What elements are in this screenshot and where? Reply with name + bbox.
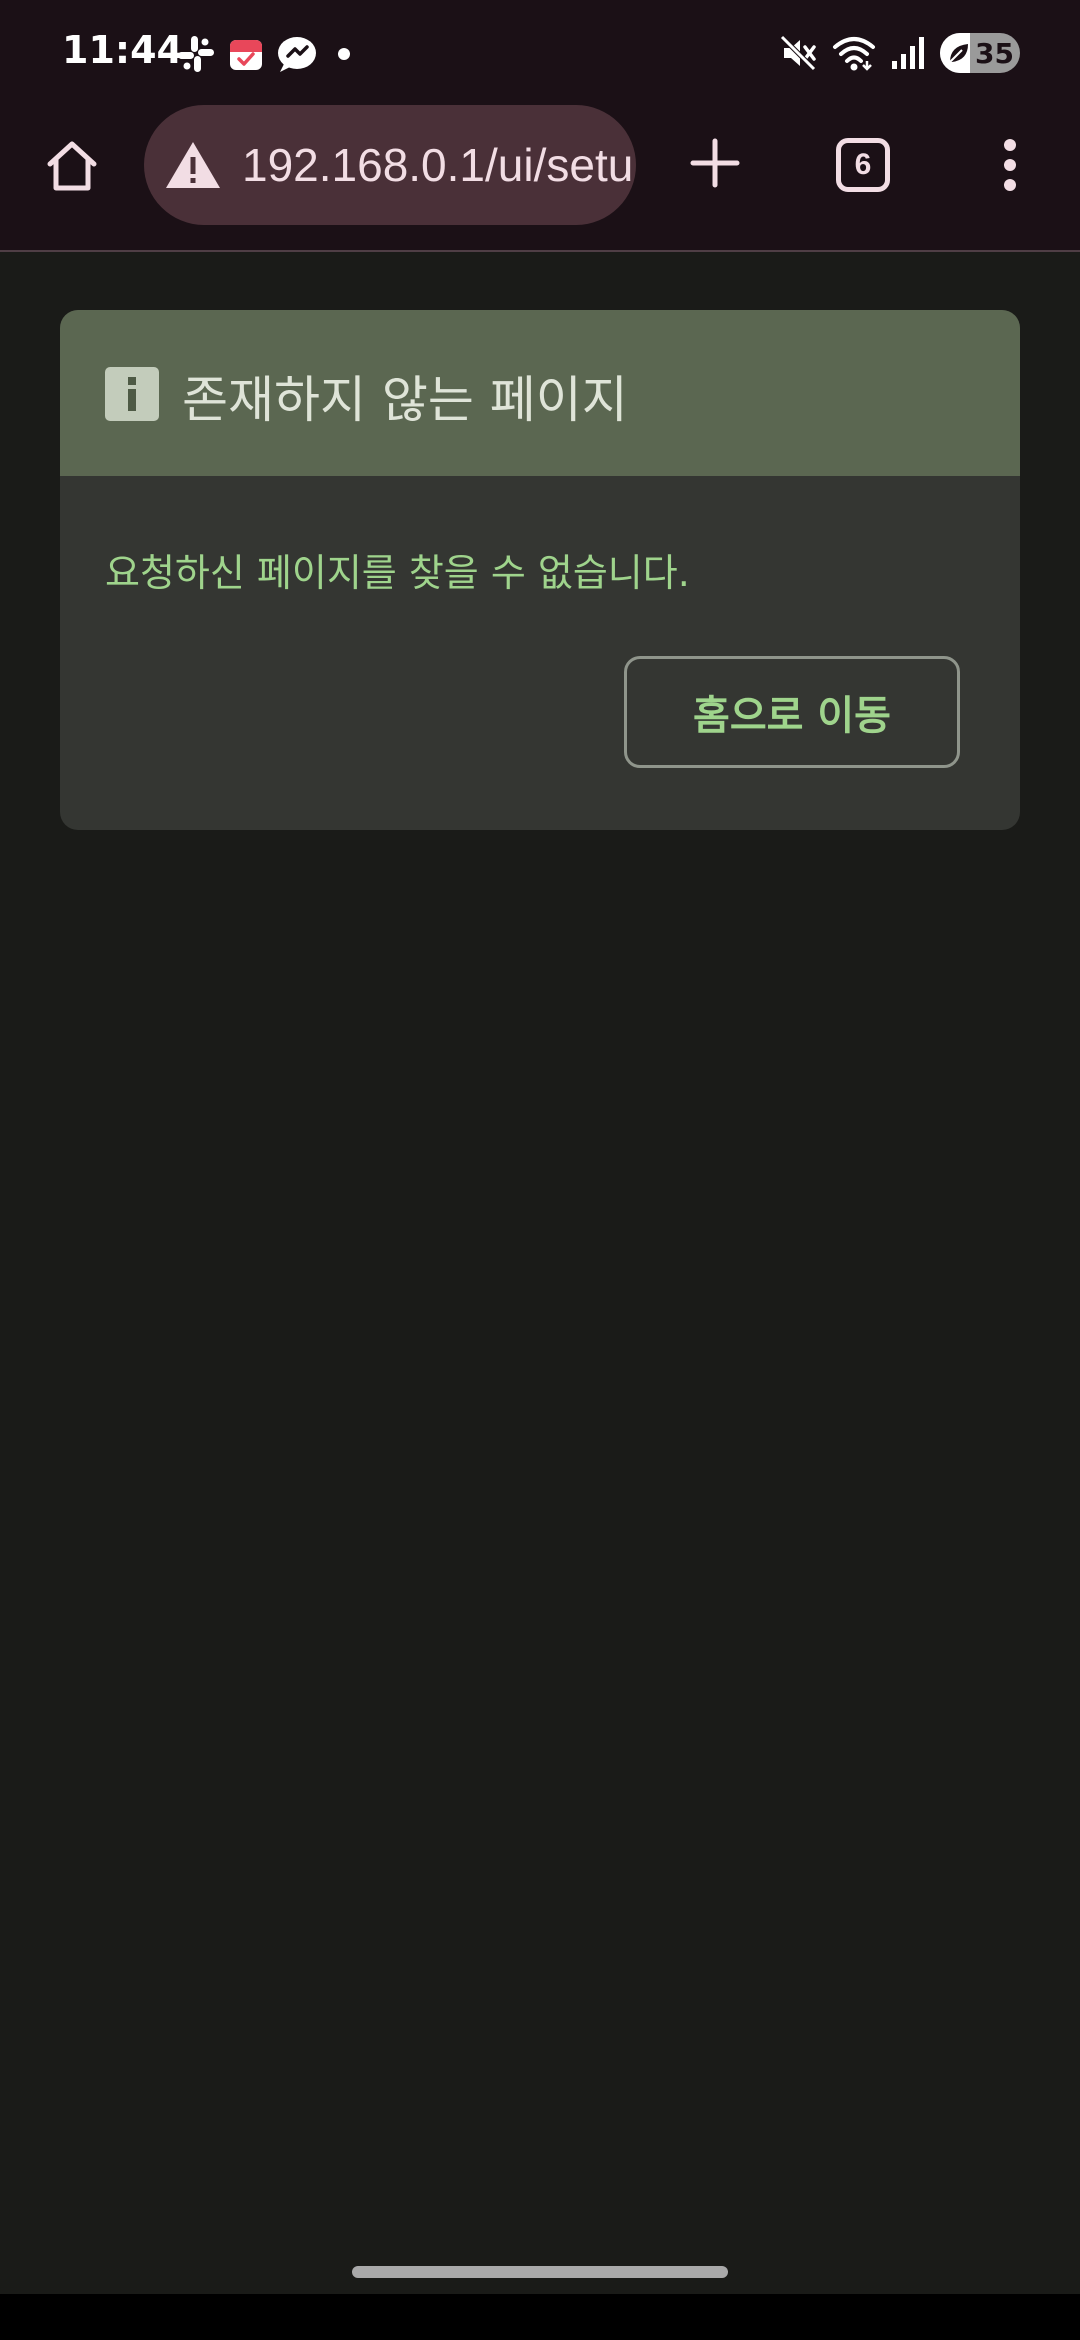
signal-icon [892,37,924,69]
status-time: 11:44 [62,28,183,72]
mute-icon [780,35,816,71]
notification-dot-icon [338,48,350,60]
navigation-bar [0,2294,1080,2340]
tab-count: 6 [854,148,872,181]
messenger-icon [278,37,316,72]
more-vert-icon [1004,139,1016,191]
go-home-button[interactable]: 홈으로 이동 [624,656,960,768]
home-button[interactable] [40,134,104,198]
tab-switcher-button[interactable]: 6 [836,138,890,192]
address-bar[interactable]: 192.168.0.1/ui/setu [144,105,636,225]
error-message: 요청하신 페이지를 찾을 수 없습니다. [105,551,690,595]
plus-icon [690,138,740,188]
gesture-handle[interactable] [352,2266,728,2278]
url-text[interactable]: 192.168.0.1/ui/setu [242,138,633,192]
more-menu-button[interactable] [990,130,1030,200]
warning-icon[interactable] [164,139,222,191]
calendar-icon [230,40,262,70]
slack-icon [178,36,214,72]
wifi-icon [833,37,875,71]
home-icon [47,141,97,191]
card-title: 존재하지 않는 페이지 [182,371,628,429]
error-card: 존재하지 않는 페이지 요청하신 페이지를 찾을 수 없습니다. 홈으로 이동 [60,310,1020,830]
status-bar: 11:44 35 [0,0,1080,100]
new-tab-button[interactable] [680,128,750,198]
battery-icon: 35 [940,33,1020,73]
info-icon [105,367,159,421]
notification-icons [176,32,354,76]
card-header: 존재하지 않는 페이지 [60,310,1020,476]
system-icons: 35 [778,30,1020,76]
battery-level: 35 [975,36,1014,70]
browser-toolbar: 192.168.0.1/ui/setu 6 [0,100,1080,252]
battery-saver-icon [949,44,968,63]
